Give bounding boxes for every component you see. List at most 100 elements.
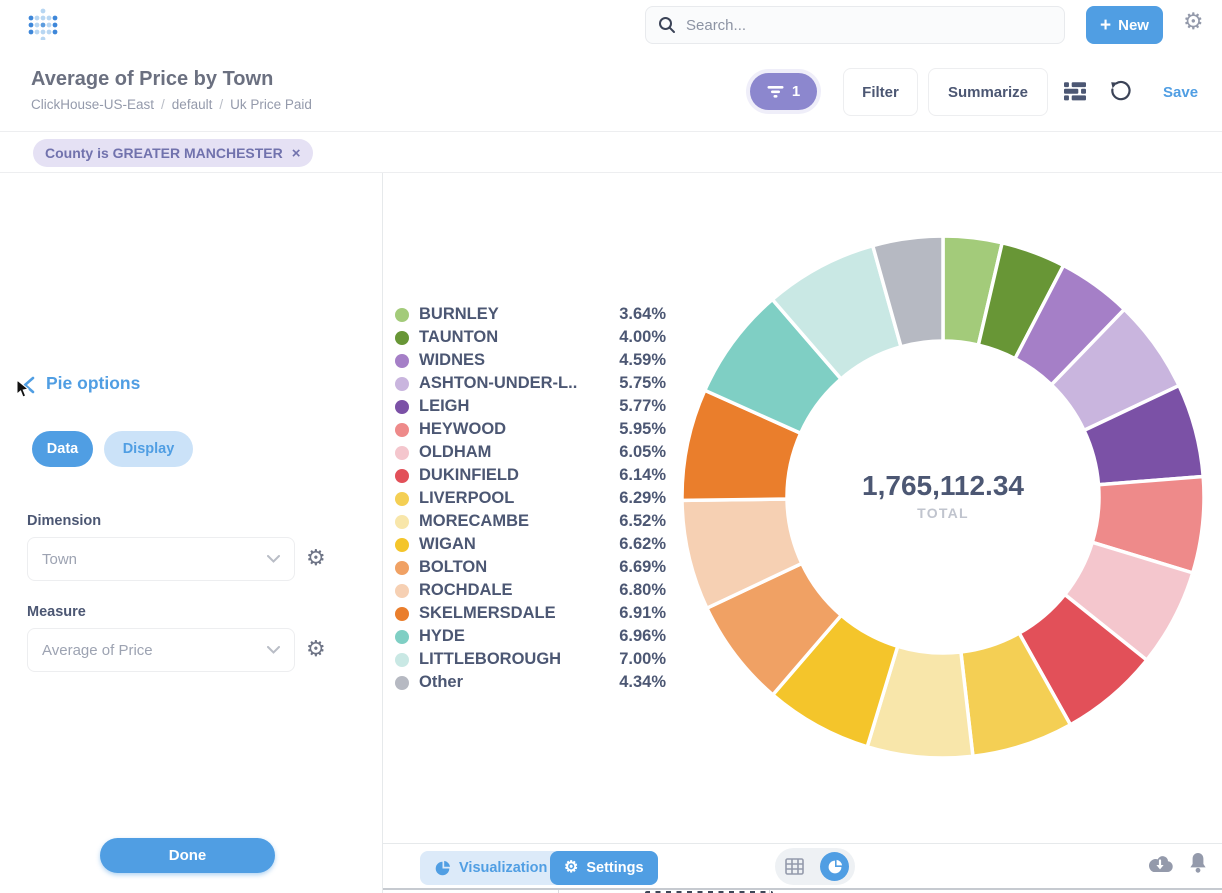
measure-select[interactable]: Average of Price — [27, 628, 295, 672]
legend-item[interactable]: OLDHAM6.05% — [395, 441, 666, 464]
dimension-select[interactable]: Town — [27, 537, 295, 581]
table-view-toggle[interactable] — [781, 854, 807, 880]
legend-label: BOLTON — [419, 558, 611, 577]
legend-item[interactable]: LITTLEBOROUGH 7.00% — [395, 648, 666, 671]
measure-label: Measure — [27, 604, 86, 620]
legend-label: HYDE — [419, 627, 611, 646]
legend-dot — [395, 653, 409, 667]
legend-item[interactable]: BURNLEY3.64% — [395, 303, 666, 326]
new-button[interactable]: + New — [1086, 6, 1163, 44]
dimension-gear-icon[interactable]: ⚙ — [306, 547, 326, 569]
legend-percent: 6.69% — [619, 558, 666, 577]
filter-count-pill[interactable]: 1 — [750, 73, 817, 110]
breadcrumb-database[interactable]: ClickHouse-US-East — [31, 97, 154, 112]
legend-dot — [395, 676, 409, 690]
display-toggle — [775, 848, 855, 885]
refresh-icon[interactable] — [1109, 80, 1131, 106]
filter-button[interactable]: Filter — [843, 68, 918, 116]
legend-percent: 4.00% — [619, 328, 666, 347]
breadcrumb-schema[interactable]: default — [172, 97, 213, 112]
legend-dot — [395, 308, 409, 322]
legend-item[interactable]: DUKINFIELD6.14% — [395, 464, 666, 487]
tab-data[interactable]: Data — [32, 431, 93, 467]
bottom-bar: Visualization ⚙ Settings — [383, 843, 1222, 888]
legend-item[interactable]: HYDE 6.96% — [395, 625, 666, 648]
applied-filter-label: County is GREATER MANCHESTER — [45, 145, 283, 161]
legend-item[interactable]: TAUNTON4.00% — [395, 326, 666, 349]
legend-dot — [395, 607, 409, 621]
gear-icon: ⚙ — [564, 860, 578, 876]
back-chevron-icon[interactable] — [20, 375, 40, 395]
legend-percent: 6.14% — [619, 466, 666, 485]
measure-value: Average of Price — [42, 642, 267, 659]
legend-item[interactable]: HEYWOOD 5.95% — [395, 418, 666, 441]
legend-percent: 5.95% — [619, 420, 666, 439]
legend-item[interactable]: LIVERPOOL6.29% — [395, 487, 666, 510]
legend-label: ASHTON-UNDER-L.. — [419, 374, 611, 393]
legend-percent: 6.96% — [619, 627, 666, 646]
admin-gear-icon[interactable]: ⚙ — [1183, 10, 1204, 33]
search-icon — [658, 16, 676, 34]
chart-view-toggle[interactable] — [820, 852, 849, 881]
legend-percent: 3.64% — [619, 305, 666, 324]
save-button[interactable]: Save — [1163, 84, 1198, 101]
dimension-label: Dimension — [27, 513, 101, 529]
legend-label: LITTLEBOROUGH — [419, 650, 611, 669]
legend-item[interactable]: ROCHDALE6.80% — [395, 579, 666, 602]
legend-label: WIGAN — [419, 535, 611, 554]
bell-icon[interactable] — [1188, 852, 1208, 879]
legend-percent: 6.62% — [619, 535, 666, 554]
sidebar-title: Pie options — [46, 373, 140, 394]
legend-percent: 5.75% — [619, 374, 666, 393]
tab-display[interactable]: Display — [104, 431, 193, 467]
legend-dot — [395, 423, 409, 437]
breadcrumb-table[interactable]: Uk Price Paid — [230, 97, 312, 112]
legend-label: LEIGH — [419, 397, 611, 416]
applied-filter-pill[interactable]: County is GREATER MANCHESTER × — [33, 139, 313, 167]
top-header: + New ⚙ — [0, 0, 1222, 50]
legend-dot — [395, 446, 409, 460]
legend-item[interactable]: SKELMERSDALE6.91% — [395, 602, 666, 625]
search-bar[interactable] — [645, 6, 1065, 44]
pie-chart-svg[interactable] — [678, 232, 1208, 762]
legend-item[interactable]: BOLTON 6.69% — [395, 556, 666, 579]
legend-percent: 5.77% — [619, 397, 666, 416]
legend-dot — [395, 515, 409, 529]
legend-item[interactable]: WIDNES4.59% — [395, 349, 666, 372]
settings-button[interactable]: ⚙ Settings — [550, 851, 658, 885]
visualization-button-label: Visualization — [459, 860, 547, 876]
download-icon[interactable] — [1147, 854, 1173, 878]
legend-item[interactable]: ASHTON-UNDER-L.. 5.75% — [395, 372, 666, 395]
legend-label: ROCHDALE — [419, 581, 611, 600]
legend-percent: 6.52% — [619, 512, 666, 531]
summarize-button[interactable]: Summarize — [928, 68, 1048, 116]
legend-percent: 6.91% — [619, 604, 666, 623]
legend-label: LIVERPOOL — [419, 489, 611, 508]
legend-item[interactable]: LEIGH 5.77% — [395, 395, 666, 418]
done-button[interactable]: Done — [100, 838, 275, 873]
legend-item[interactable]: WIGAN 6.62% — [395, 533, 666, 556]
remove-filter-icon[interactable]: × — [292, 145, 301, 162]
legend-label: HEYWOOD — [419, 420, 611, 439]
legend-label: Other — [419, 673, 611, 692]
visualization-button[interactable]: Visualization — [420, 851, 561, 885]
legend-label: MORECAMBE — [419, 512, 611, 531]
legend-dot — [395, 492, 409, 506]
funnel-icon — [767, 86, 784, 98]
search-input[interactable] — [686, 17, 1052, 34]
legend-dot — [395, 331, 409, 345]
legend-dot — [395, 538, 409, 552]
pie-chart-icon — [434, 860, 451, 877]
legend-percent: 7.00% — [619, 650, 666, 669]
legend-item[interactable]: MORECAMBE 6.52% — [395, 510, 666, 533]
chevron-down-icon — [267, 555, 280, 563]
legend-item[interactable]: Other 4.34% — [395, 671, 666, 694]
legend-dot — [395, 377, 409, 391]
legend-dot — [395, 469, 409, 483]
legend-label: WIDNES — [419, 351, 611, 370]
metabase-logo-icon[interactable] — [28, 8, 58, 40]
notebook-editor-icon[interactable] — [1064, 80, 1086, 106]
results-table-sliver — [383, 888, 1222, 893]
legend-percent: 4.34% — [619, 673, 666, 692]
measure-gear-icon[interactable]: ⚙ — [306, 638, 326, 660]
